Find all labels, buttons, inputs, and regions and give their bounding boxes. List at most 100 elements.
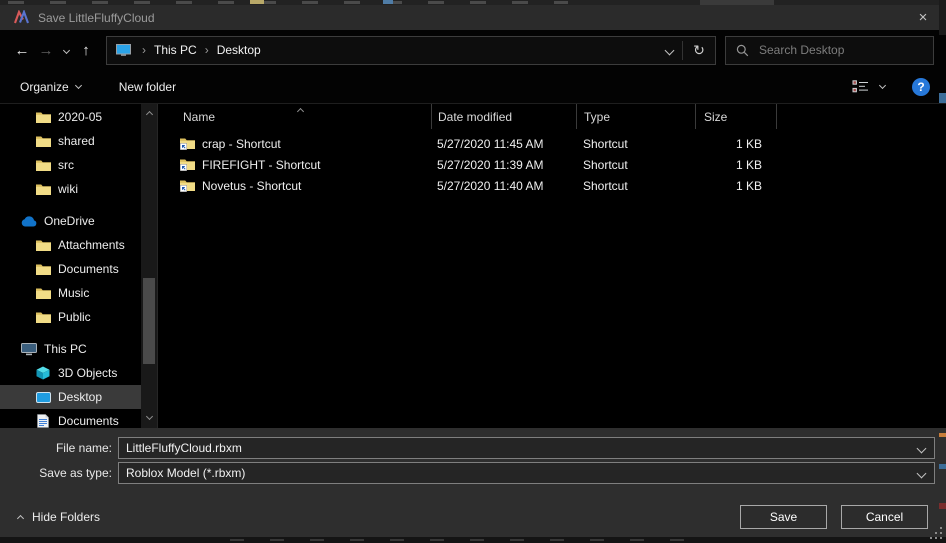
search-box[interactable] bbox=[725, 36, 934, 65]
back-button[interactable]: ← bbox=[10, 43, 34, 58]
background-text-fragments bbox=[230, 539, 710, 541]
file-name-text: FIREFIGHT - Shortcut bbox=[202, 158, 320, 172]
chevron-down-icon bbox=[62, 46, 69, 53]
table-row[interactable]: crap - Shortcut 5/27/2020 11:45 AM Short… bbox=[158, 133, 946, 154]
hide-folders-button[interactable]: Hide Folders bbox=[18, 510, 100, 524]
chevron-down-icon bbox=[75, 82, 82, 89]
sidebar-item-label: src bbox=[58, 158, 74, 172]
folder-shortcut-icon bbox=[180, 137, 195, 150]
column-header-size[interactable]: Size bbox=[695, 104, 777, 129]
chevron-up-icon bbox=[17, 514, 24, 521]
sidebar-item-label: Public bbox=[58, 310, 91, 324]
column-header-date-modified[interactable]: Date modified bbox=[431, 104, 576, 129]
recent-locations-button[interactable] bbox=[58, 48, 74, 53]
column-header-name[interactable]: Name bbox=[158, 104, 431, 129]
organize-button[interactable]: Organize bbox=[20, 80, 81, 94]
scrollbar-thumb[interactable] bbox=[143, 278, 155, 364]
sidebar-item-public[interactable]: Public bbox=[0, 305, 141, 329]
sidebar-item-music[interactable]: Music bbox=[0, 281, 141, 305]
file-name-combo[interactable] bbox=[118, 437, 935, 459]
column-header-label: Name bbox=[183, 110, 215, 124]
table-row[interactable]: Novetus - Shortcut 5/27/2020 11:40 AM Sh… bbox=[158, 175, 946, 196]
up-button[interactable]: ↑ bbox=[74, 43, 98, 58]
scroll-up-button[interactable] bbox=[141, 106, 157, 122]
command-toolbar: Organize New folder bbox=[0, 70, 946, 103]
file-name-label: File name: bbox=[0, 441, 112, 455]
file-name-text: crap - Shortcut bbox=[202, 137, 281, 151]
sidebar-item-wiki[interactable]: wiki bbox=[0, 177, 141, 201]
hide-folders-label: Hide Folders bbox=[32, 510, 100, 524]
arrow-right-icon: → bbox=[39, 42, 54, 59]
save-as-type-row: Save as type: Roblox Model (*.rbxm) bbox=[0, 462, 946, 484]
breadcrumb-this-pc[interactable]: This PC bbox=[151, 43, 200, 57]
document-icon bbox=[34, 414, 52, 428]
save-as-type-value: Roblox Model (*.rbxm) bbox=[119, 466, 245, 480]
type-cell: Shortcut bbox=[576, 179, 695, 193]
sidebar-item-2020-05[interactable]: 2020-05 bbox=[0, 105, 141, 129]
sidebar-item-attachments[interactable]: Attachments bbox=[0, 233, 141, 257]
folder-icon bbox=[34, 311, 52, 323]
sidebar-item-desktop[interactable]: Desktop bbox=[0, 385, 141, 409]
details-view-icon[interactable] bbox=[852, 80, 869, 93]
sidebar-item-onedrive[interactable]: OneDrive bbox=[0, 209, 141, 233]
chevron-down-icon[interactable] bbox=[917, 469, 927, 479]
close-button[interactable]: × bbox=[900, 5, 946, 30]
save-as-type-select[interactable]: Roblox Model (*.rbxm) bbox=[118, 462, 935, 484]
cancel-button[interactable]: Cancel bbox=[841, 505, 928, 529]
file-name-row: File name: bbox=[0, 437, 946, 459]
folder-shortcut-icon bbox=[180, 179, 195, 192]
sidebar-item-label: shared bbox=[58, 134, 95, 148]
background-window-top-sliver bbox=[0, 0, 946, 5]
column-header-label: Size bbox=[704, 110, 727, 124]
folder-icon bbox=[34, 239, 52, 251]
sidebar-item-label: Attachments bbox=[58, 238, 125, 252]
help-button[interactable]: ? bbox=[912, 78, 930, 96]
forward-button[interactable]: → bbox=[34, 43, 58, 58]
close-icon: × bbox=[919, 9, 928, 26]
type-cell: Shortcut bbox=[576, 137, 695, 151]
resize-grip[interactable] bbox=[929, 527, 942, 540]
save-dialog-window: Save LittleFluffyCloud × ← → ↑ › This PC… bbox=[0, 0, 946, 543]
onedrive-cloud-icon bbox=[20, 216, 38, 227]
refresh-button[interactable]: ↻ bbox=[683, 37, 715, 64]
file-rows: crap - Shortcut 5/27/2020 11:45 AM Short… bbox=[158, 133, 946, 196]
arrow-up-icon: ↑ bbox=[82, 42, 90, 59]
dialog-footer-bar: Hide Folders Save Cancel bbox=[0, 496, 946, 537]
sidebar-item-label: 2020-05 bbox=[58, 110, 102, 124]
date-modified-cell: 5/27/2020 11:45 AM bbox=[431, 137, 576, 151]
search-input[interactable] bbox=[757, 42, 933, 58]
sidebar-item-label: This PC bbox=[44, 342, 87, 356]
file-name-input[interactable] bbox=[119, 438, 934, 458]
view-options-chevron-icon[interactable] bbox=[879, 82, 886, 89]
file-list: Name Date modified Type Size crap - Shor… bbox=[158, 104, 946, 428]
breadcrumb-separator: › bbox=[200, 43, 214, 57]
sidebar-item-shared[interactable]: shared bbox=[0, 129, 141, 153]
background-fragment bbox=[383, 0, 393, 4]
cube-3d-icon bbox=[34, 366, 52, 380]
sidebar-item-documents-onedrive[interactable]: Documents bbox=[0, 257, 141, 281]
sidebar-item-3d-objects[interactable]: 3D Objects bbox=[0, 361, 141, 385]
table-row[interactable]: FIREFIGHT - Shortcut 5/27/2020 11:39 AM … bbox=[158, 154, 946, 175]
breadcrumb-desktop[interactable]: Desktop bbox=[214, 43, 264, 57]
address-dropdown-button[interactable] bbox=[656, 37, 682, 64]
new-folder-button[interactable]: New folder bbox=[119, 80, 176, 94]
date-modified-cell: 5/27/2020 11:40 AM bbox=[431, 179, 576, 193]
address-bar[interactable]: › This PC › Desktop ↻ bbox=[106, 36, 716, 65]
size-cell: 1 KB bbox=[695, 179, 777, 193]
scroll-down-button[interactable] bbox=[141, 410, 157, 426]
sidebar-item-label: 3D Objects bbox=[58, 366, 117, 380]
folder-shortcut-icon bbox=[180, 158, 195, 171]
file-name-cell: FIREFIGHT - Shortcut bbox=[158, 158, 431, 172]
arrow-left-icon: ← bbox=[15, 42, 30, 59]
breadcrumb-separator: › bbox=[137, 43, 151, 57]
sidebar-item-this-pc[interactable]: This PC bbox=[0, 337, 141, 361]
folder-icon bbox=[34, 111, 52, 123]
sidebar-item-documents-this-pc[interactable]: Documents bbox=[0, 409, 141, 428]
sidebar-item-label: Documents bbox=[58, 262, 119, 276]
sidebar-scrollbar[interactable] bbox=[141, 104, 157, 428]
sidebar-item-src[interactable]: src bbox=[0, 153, 141, 177]
save-button[interactable]: Save bbox=[740, 505, 827, 529]
column-header-type[interactable]: Type bbox=[576, 104, 695, 129]
monitor-icon bbox=[20, 343, 38, 356]
folder-icon bbox=[34, 159, 52, 171]
